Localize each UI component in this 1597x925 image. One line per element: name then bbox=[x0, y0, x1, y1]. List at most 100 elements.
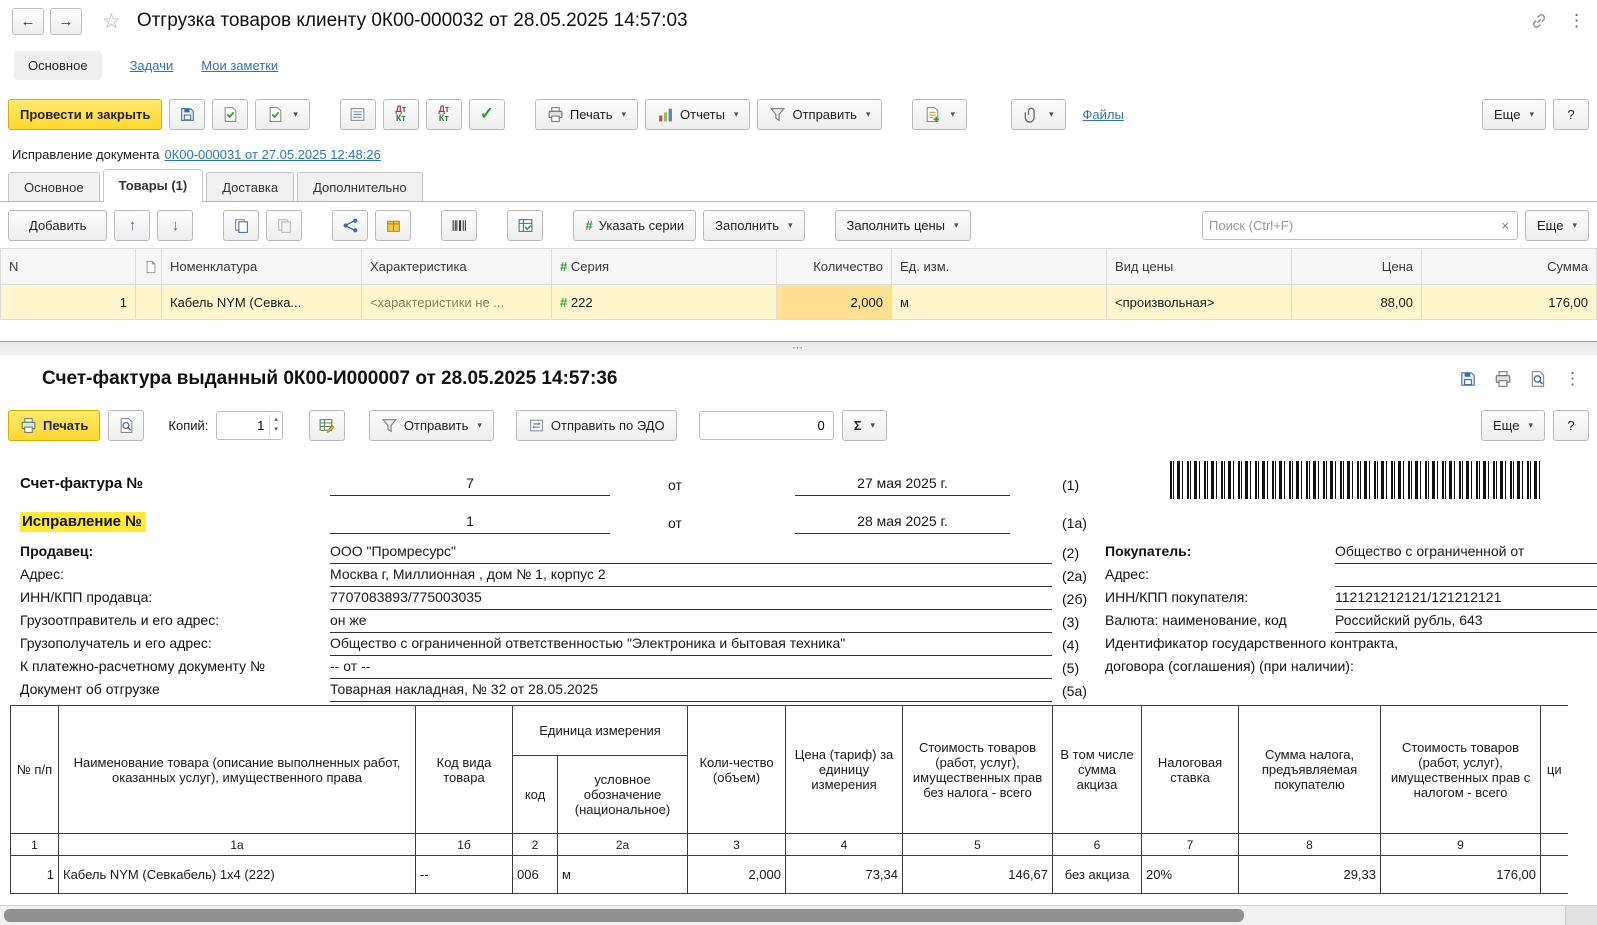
tab-goods[interactable]: Товары (1) bbox=[103, 169, 204, 202]
print-menu-button[interactable]: Печать▾ bbox=[535, 99, 638, 130]
paste-row-button[interactable] bbox=[266, 210, 302, 241]
save-icon[interactable] bbox=[1459, 370, 1477, 388]
sum-button[interactable]: Σ▾ bbox=[842, 410, 887, 441]
back-button[interactable]: ← bbox=[12, 8, 44, 35]
debit-credit-button[interactable]: ДтКт bbox=[383, 99, 419, 130]
fill-menu-button[interactable]: Заполнить▾ bbox=[703, 210, 804, 241]
copies-input[interactable] bbox=[217, 418, 269, 433]
correction-number-value[interactable]: 1 bbox=[330, 513, 610, 534]
cell-series[interactable]: # 222 bbox=[552, 285, 777, 320]
col-row-icon[interactable] bbox=[136, 249, 162, 285]
debit-credit-alt-button[interactable]: ДтКт bbox=[426, 99, 462, 130]
col-characteristic[interactable]: Характеристика bbox=[362, 249, 552, 285]
invoice-item-row[interactable]: 1 Кабель NYM (Севкабель) 1x4 (222) -- 00… bbox=[11, 856, 1568, 894]
invoice-send-menu-button[interactable]: Отправить▾ bbox=[369, 410, 494, 441]
link-icon[interactable] bbox=[1530, 12, 1548, 30]
add-row-button[interactable]: Добавить bbox=[8, 210, 107, 241]
correction-document-link[interactable]: 0К00-000031 от 27.05.2025 12:48:26 bbox=[164, 147, 380, 162]
cell-quantity[interactable]: 2,000 bbox=[777, 285, 892, 320]
col-sum[interactable]: Сумма bbox=[1422, 249, 1597, 285]
col-unit[interactable]: Ед. изм. bbox=[892, 249, 1107, 285]
check-button[interactable]: ✓ bbox=[469, 99, 505, 130]
pick-items-button[interactable] bbox=[507, 210, 543, 241]
send-menu-button[interactable]: Отправить▾ bbox=[757, 99, 882, 130]
buyer-inn-value[interactable]: 112121212121/121212121 bbox=[1335, 589, 1597, 610]
spinner-up-icon[interactable]: ▴ bbox=[270, 415, 282, 425]
invoice-more-button[interactable]: Еще▾ bbox=[1481, 410, 1545, 441]
window-splitter[interactable]: ⋯ bbox=[0, 341, 1597, 355]
cell-price[interactable]: 88,00 bbox=[1292, 285, 1422, 320]
goods-more-button[interactable]: Еще▾ bbox=[1525, 210, 1589, 241]
nav-item-notes[interactable]: Мои заметки bbox=[201, 58, 278, 73]
attachments-button[interactable]: ▾ bbox=[1011, 99, 1066, 130]
more-vertical-icon[interactable]: ⋮ bbox=[1564, 369, 1581, 389]
post-menu-button[interactable]: ▾ bbox=[255, 99, 310, 130]
consignee-value[interactable]: Общество с ограниченной ответственностью… bbox=[330, 635, 1052, 656]
nav-item-tasks[interactable]: Задачи bbox=[130, 58, 174, 73]
correction-date-value[interactable]: 28 мая 2025 г. bbox=[795, 513, 1010, 534]
invoice-preview-button[interactable] bbox=[108, 410, 144, 441]
favorite-star-icon[interactable]: ☆ bbox=[102, 9, 121, 34]
horizontal-scrollbar[interactable] bbox=[0, 905, 1597, 925]
goods-table-row[interactable]: 1 Кабель NYM (Севка... <характеристики н… bbox=[1, 285, 1597, 320]
cell-sum[interactable]: 176,00 bbox=[1422, 285, 1597, 320]
col-price-kind[interactable]: Вид цены bbox=[1107, 249, 1292, 285]
buyer-value[interactable]: Общество с ограниченной от bbox=[1335, 543, 1597, 564]
print-icon[interactable] bbox=[1494, 370, 1512, 388]
spinner-down-icon[interactable]: ▾ bbox=[270, 425, 282, 435]
col-price[interactable]: Цена bbox=[1292, 249, 1422, 285]
consignor-value[interactable]: он же bbox=[330, 612, 1052, 633]
scroll-corner[interactable] bbox=[1565, 906, 1597, 925]
more-vertical-icon[interactable]: ⋮ bbox=[1568, 11, 1585, 31]
seller-address-value[interactable]: Москва г, Миллионная , дом № 1, корпус 2 bbox=[330, 566, 1052, 587]
invoice-help-button[interactable]: ? bbox=[1553, 410, 1589, 441]
tab-additional[interactable]: Дополнительно bbox=[297, 172, 423, 201]
cell-nomenclature[interactable]: Кабель NYM (Севка... bbox=[162, 285, 362, 320]
cell-price-kind[interactable]: <произвольная> bbox=[1107, 285, 1292, 320]
tab-main[interactable]: Основное bbox=[8, 172, 100, 201]
save-button[interactable] bbox=[169, 99, 205, 130]
files-link[interactable]: Файлы bbox=[1083, 107, 1124, 122]
seller-inn-value[interactable]: 7707083893/775003035 bbox=[330, 589, 1052, 610]
barcode-scan-button[interactable] bbox=[441, 210, 477, 241]
counter-input[interactable] bbox=[699, 411, 834, 440]
copy-row-button[interactable] bbox=[223, 210, 259, 241]
buyer-address-value[interactable] bbox=[1335, 566, 1597, 587]
more-button[interactable]: Еще▾ bbox=[1482, 99, 1546, 130]
col-quantity[interactable]: Количество bbox=[777, 249, 892, 285]
move-down-button[interactable]: ↓ bbox=[157, 210, 193, 241]
cell-characteristic[interactable]: <характеристики не ... bbox=[362, 285, 552, 320]
set-series-button[interactable]: #Указать серии bbox=[573, 210, 696, 241]
cell-unit[interactable]: м bbox=[892, 285, 1107, 320]
nav-item-main[interactable]: Основное bbox=[14, 51, 102, 80]
preview-icon[interactable] bbox=[1529, 370, 1547, 388]
post-button[interactable] bbox=[212, 99, 248, 130]
seller-value[interactable]: ООО "Промресурс" bbox=[330, 543, 1052, 564]
tab-delivery[interactable]: Доставка bbox=[206, 172, 294, 201]
invoice-date-value[interactable]: 27 мая 2025 г. bbox=[795, 475, 1010, 496]
move-up-button[interactable]: ↑ bbox=[114, 210, 150, 241]
search-input[interactable] bbox=[1209, 218, 1499, 233]
fill-prices-menu-button[interactable]: Заполнить цены▾ bbox=[835, 210, 971, 241]
col-n[interactable]: N bbox=[1, 249, 136, 285]
create-based-on-button[interactable]: ▾ bbox=[912, 99, 967, 130]
payment-doc-value[interactable]: -- от -- bbox=[330, 658, 1052, 679]
edit-table-button[interactable] bbox=[309, 410, 345, 441]
show-movements-button[interactable] bbox=[340, 99, 376, 130]
invoice-number-value[interactable]: 7 bbox=[330, 475, 610, 496]
clear-search-icon[interactable]: × bbox=[1499, 218, 1511, 233]
share-rows-button[interactable] bbox=[332, 210, 368, 241]
invoice-print-button[interactable]: Печать bbox=[8, 410, 100, 441]
col-series[interactable]: # Серия bbox=[552, 249, 777, 285]
help-button[interactable]: ? bbox=[1553, 99, 1589, 130]
forward-button[interactable]: → bbox=[50, 8, 82, 35]
send-edo-button[interactable]: Отправить по ЭДО bbox=[516, 410, 677, 441]
col-nomenclature[interactable]: Номенклатура bbox=[162, 249, 362, 285]
scrollbar-thumb[interactable] bbox=[4, 909, 1244, 922]
reports-menu-button[interactable]: Отчеты▾ bbox=[645, 99, 750, 130]
goods-selection-button[interactable] bbox=[375, 210, 411, 241]
post-and-close-button[interactable]: Провести и закрыть bbox=[8, 99, 162, 130]
currency-value[interactable]: Российский рубль, 643 bbox=[1335, 612, 1597, 633]
cell-n[interactable]: 1 bbox=[1, 285, 136, 320]
shipping-doc-value[interactable]: Товарная накладная, № 32 от 28.05.2025 bbox=[330, 681, 1052, 702]
